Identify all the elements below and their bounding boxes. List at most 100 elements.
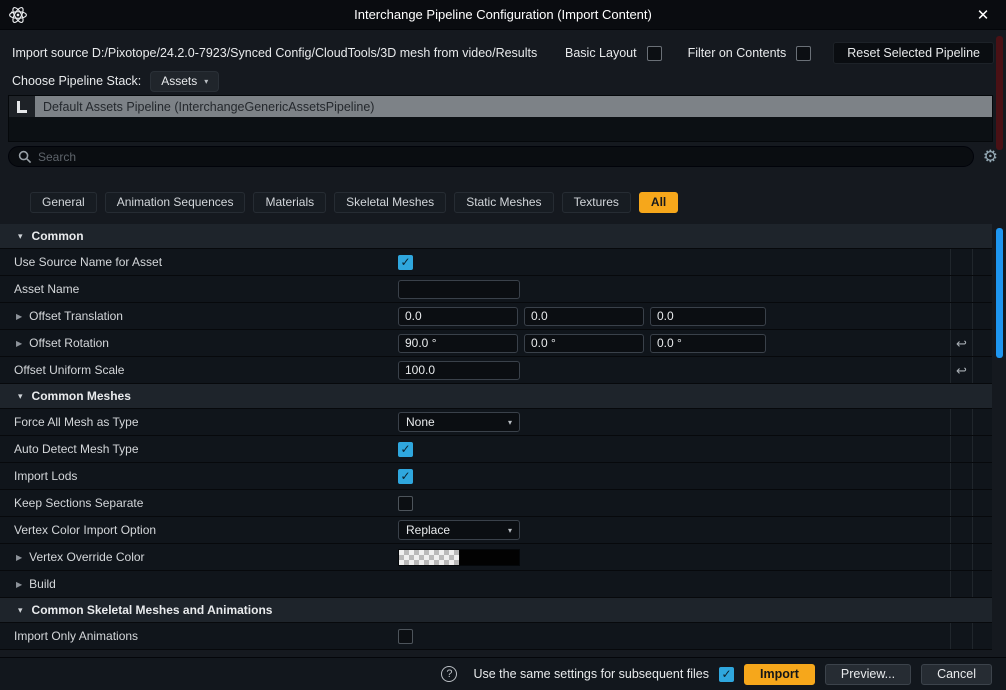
property-row: Asset Name <box>0 276 992 303</box>
rail-cell <box>972 303 992 329</box>
section-header-common[interactable]: ▾ Common <box>0 224 992 249</box>
property-row: Import Lods <box>0 463 992 490</box>
property-row: Offset Uniform Scale ↩ <box>0 357 992 384</box>
rail-cell <box>972 409 992 435</box>
keep-sections-separate-checkbox[interactable] <box>398 496 413 511</box>
chevron-down-icon: ▾ <box>204 77 208 86</box>
expand-arrow-icon[interactable]: ▶ <box>16 339 22 348</box>
vertical-scrollbar <box>996 32 1003 688</box>
property-label: Import Only Animations <box>14 629 138 643</box>
expand-arrow-icon[interactable]: ▶ <box>16 553 22 562</box>
expand-arrow-icon[interactable]: ▶ <box>16 312 22 321</box>
offset-translation-x-input[interactable] <box>398 307 518 326</box>
rail-cell <box>972 276 992 302</box>
property-row: ▶ Offset Rotation ↩ <box>0 330 992 357</box>
footer-bar: ? Use the same settings for subsequent f… <box>0 657 1006 690</box>
pipeline-icon <box>17 101 27 113</box>
property-label: Offset Rotation <box>29 336 109 350</box>
tab-materials[interactable]: Materials <box>253 192 326 213</box>
rail-cell <box>972 249 992 275</box>
tab-animation-sequences[interactable]: Animation Sequences <box>105 192 246 213</box>
color-alpha-checker <box>399 550 459 565</box>
rail-cell <box>972 463 992 489</box>
import-toolbar: Import source D:/Pixotope/24.2.0-7923/Sy… <box>12 42 994 64</box>
force-mesh-type-dropdown[interactable]: None ▾ <box>398 412 520 432</box>
rail-cell <box>950 463 972 489</box>
category-tabs: General Animation Sequences Materials Sk… <box>30 191 678 213</box>
basic-layout-label: Basic Layout <box>565 46 637 60</box>
import-button[interactable]: Import <box>744 664 815 685</box>
rail-cell <box>972 571 992 597</box>
title-bar: Interchange Pipeline Configuration (Impo… <box>0 0 1006 30</box>
offset-uniform-scale-input[interactable] <box>398 361 520 380</box>
import-source-path: Import source D:/Pixotope/24.2.0-7923/Sy… <box>12 46 537 60</box>
reset-to-default-icon[interactable]: ↩ <box>956 337 967 350</box>
auto-detect-mesh-type-checkbox[interactable] <box>398 442 413 457</box>
pipeline-stack-dropdown[interactable]: Assets ▾ <box>150 71 219 92</box>
section-title: Common Skeletal Meshes and Animations <box>32 603 273 617</box>
section-header-common-skeletal[interactable]: ▾ Common Skeletal Meshes and Animations <box>0 598 992 623</box>
property-label: Vertex Override Color <box>29 550 144 564</box>
search-row: ⚙ <box>8 146 998 167</box>
chevron-down-icon: ▾ <box>18 391 23 402</box>
filter-on-contents-label: Filter on Contents <box>688 46 787 60</box>
property-row: ▶ Build <box>0 571 992 598</box>
dropdown-value: None <box>406 415 435 429</box>
same-settings-checkbox[interactable] <box>719 667 734 682</box>
help-icon[interactable]: ? <box>441 666 457 682</box>
offset-translation-y-input[interactable] <box>524 307 644 326</box>
property-label: Offset Translation <box>29 309 123 323</box>
pipeline-stack-row: Choose Pipeline Stack: Assets ▾ <box>12 70 219 92</box>
offset-rotation-z-input[interactable] <box>650 334 766 353</box>
section-title: Common Meshes <box>32 389 131 403</box>
property-row: Auto Detect Mesh Type <box>0 436 992 463</box>
reset-to-default-icon[interactable]: ↩ <box>956 364 967 377</box>
app-logo-atom-icon <box>8 5 28 25</box>
basic-layout-checkbox[interactable] <box>647 46 662 61</box>
dialog-title: Interchange Pipeline Configuration (Impo… <box>0 7 1006 22</box>
chevron-down-icon: ▾ <box>508 418 512 427</box>
property-label: Auto Detect Mesh Type <box>14 442 139 456</box>
tab-all[interactable]: All <box>639 192 678 213</box>
section-header-common-meshes[interactable]: ▾ Common Meshes <box>0 384 992 409</box>
property-row: ▶ Offset Translation <box>0 303 992 330</box>
rail-cell <box>950 409 972 435</box>
search-input[interactable] <box>38 150 964 164</box>
search-box[interactable] <box>8 146 974 167</box>
close-icon[interactable]: ✕ <box>972 4 994 26</box>
offset-rotation-x-input[interactable] <box>398 334 518 353</box>
import-only-animations-checkbox[interactable] <box>398 629 413 644</box>
asset-name-input[interactable] <box>398 280 520 299</box>
use-source-name-checkbox[interactable] <box>398 255 413 270</box>
scrollbar-thumb[interactable] <box>996 228 1003 358</box>
offset-translation-z-input[interactable] <box>650 307 766 326</box>
cancel-button[interactable]: Cancel <box>921 664 992 685</box>
property-row: Keep Sections Separate <box>0 490 992 517</box>
import-lods-checkbox[interactable] <box>398 469 413 484</box>
property-row: Force All Mesh as Type None ▾ <box>0 409 992 436</box>
section-title: Common <box>32 229 84 243</box>
vertex-color-import-option-dropdown[interactable]: Replace ▾ <box>398 520 520 540</box>
pipeline-item-label: Default Assets Pipeline (InterchangeGene… <box>35 96 992 117</box>
filter-on-contents-checkbox[interactable] <box>796 46 811 61</box>
preview-button[interactable]: Preview... <box>825 664 911 685</box>
property-label: Offset Uniform Scale <box>14 363 124 377</box>
chevron-down-icon: ▾ <box>508 526 512 535</box>
pipeline-item-icon-cell <box>9 96 35 117</box>
expand-arrow-icon[interactable]: ▶ <box>16 580 22 589</box>
rail-cell <box>972 517 992 543</box>
color-solid <box>459 550 519 565</box>
vertex-override-color-swatch[interactable] <box>398 549 520 566</box>
reset-selected-pipeline-button[interactable]: Reset Selected Pipeline <box>833 42 994 64</box>
tab-skeletal-meshes[interactable]: Skeletal Meshes <box>334 192 446 213</box>
property-label: Keep Sections Separate <box>14 496 143 510</box>
rail-cell <box>950 517 972 543</box>
rail-cell <box>972 357 992 383</box>
offset-rotation-y-input[interactable] <box>524 334 644 353</box>
pipeline-list-item[interactable]: Default Assets Pipeline (InterchangeGene… <box>9 96 992 117</box>
tab-static-meshes[interactable]: Static Meshes <box>454 192 553 213</box>
interchange-dialog: Interchange Pipeline Configuration (Impo… <box>0 0 1006 690</box>
tab-textures[interactable]: Textures <box>562 192 631 213</box>
tab-general[interactable]: General <box>30 192 97 213</box>
rail-cell <box>972 436 992 462</box>
